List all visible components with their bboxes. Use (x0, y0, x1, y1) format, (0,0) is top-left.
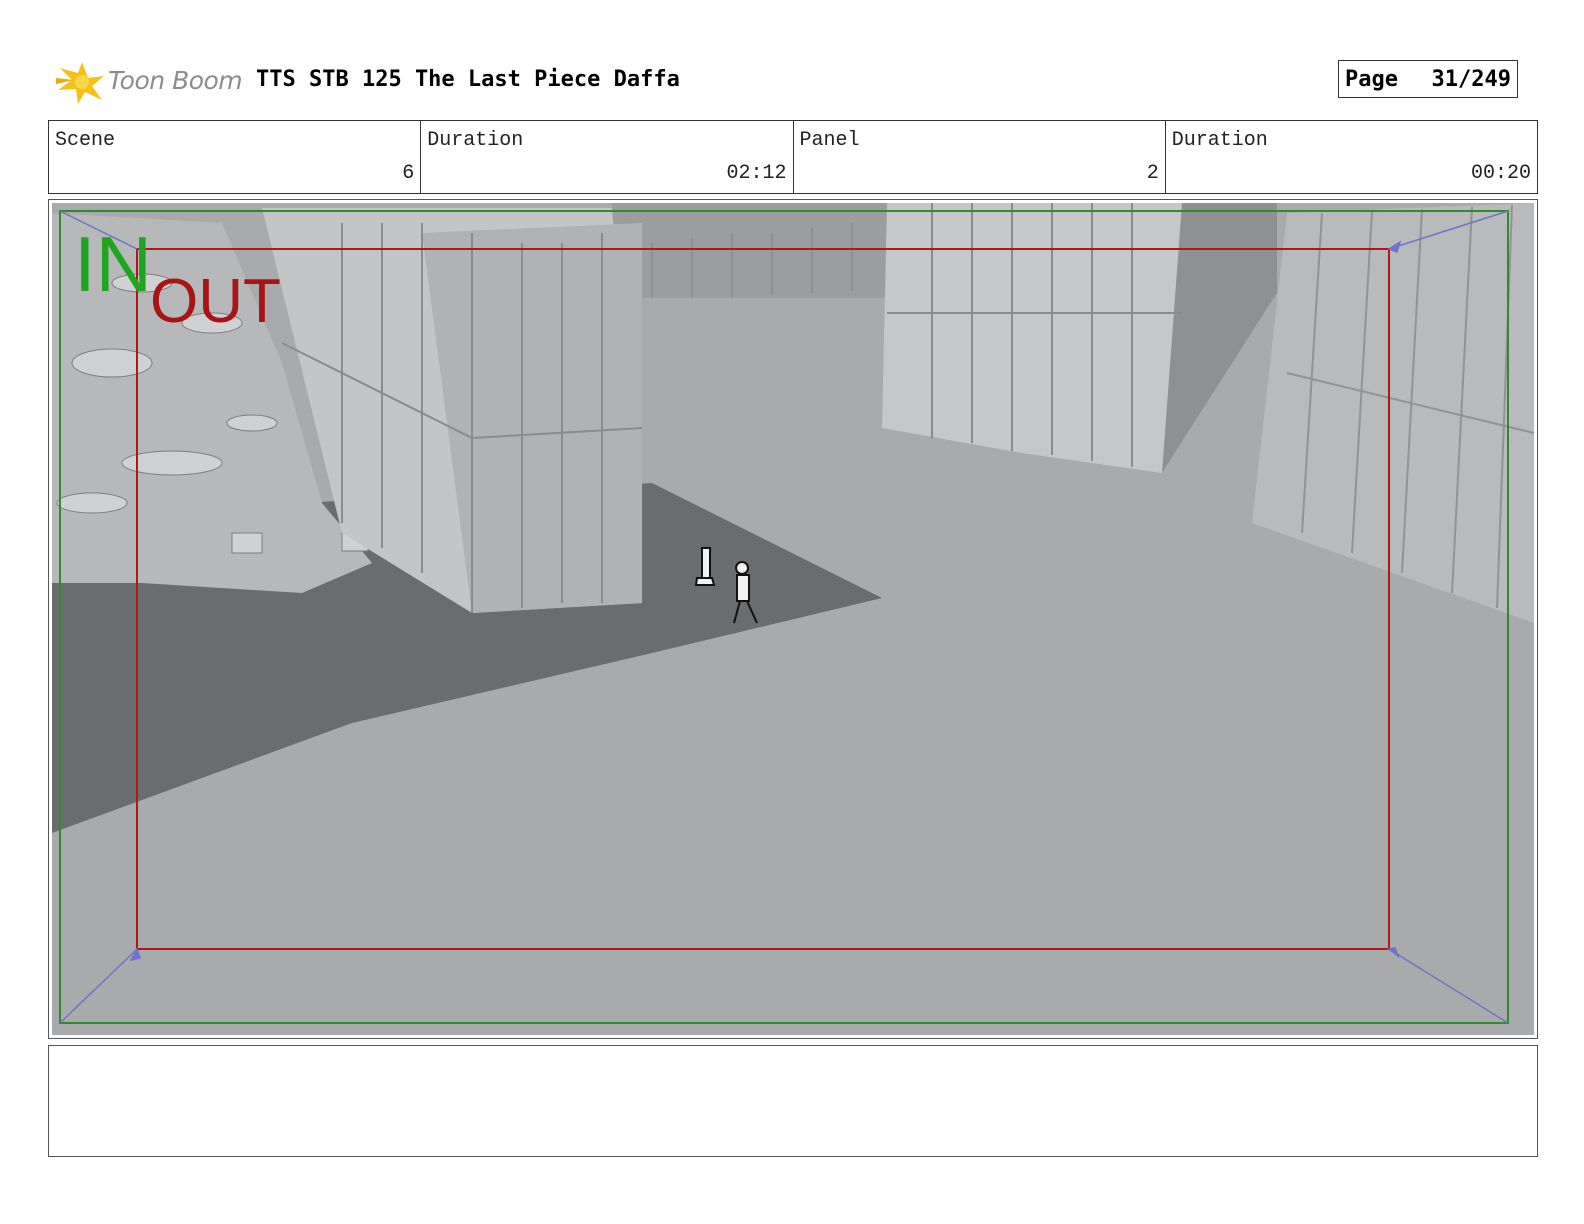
document-title: TTS STB 125 The Last Piece Daffa (256, 67, 680, 92)
scene-duration-cell: Duration 02:12 (421, 121, 794, 193)
toon-boom-logo: Toon Boom (52, 56, 252, 106)
page-number: 31/249 (1431, 66, 1511, 92)
logo-text: Toon Boom (108, 66, 243, 95)
panel-label: Panel (799, 129, 860, 152)
in-frame-label: IN (74, 220, 152, 308)
out-frame-label: OUT (150, 267, 281, 336)
panel-cell: Panel 2 (794, 121, 1166, 193)
page-label: Page (1345, 66, 1398, 92)
panel-duration-value: 00:20 (1470, 162, 1531, 185)
scene-duration-value: 02:12 (726, 162, 787, 185)
page-indicator: Page 31/249 (1338, 60, 1518, 98)
panel-duration-cell: Duration 00:20 (1166, 121, 1537, 193)
sunburst-icon (56, 62, 104, 104)
page-header: Toon Boom TTS STB 125 The Last Piece Daf… (48, 56, 1538, 106)
scene-duration-label: Duration (427, 129, 524, 152)
scene-info-table: Scene 6 Duration 02:12 Panel 2 Duration … (48, 120, 1538, 194)
panel-value: 2 (1146, 162, 1159, 185)
scene-value: 6 (402, 162, 415, 185)
panel-duration-label: Duration (1171, 129, 1268, 152)
caption-box (48, 1045, 1538, 1157)
scene-cell: Scene 6 (49, 121, 422, 193)
storyboard-panel: IN OUT (48, 199, 1538, 1039)
scene-label: Scene (55, 129, 116, 152)
panel-drawing: IN OUT (52, 203, 1534, 1035)
